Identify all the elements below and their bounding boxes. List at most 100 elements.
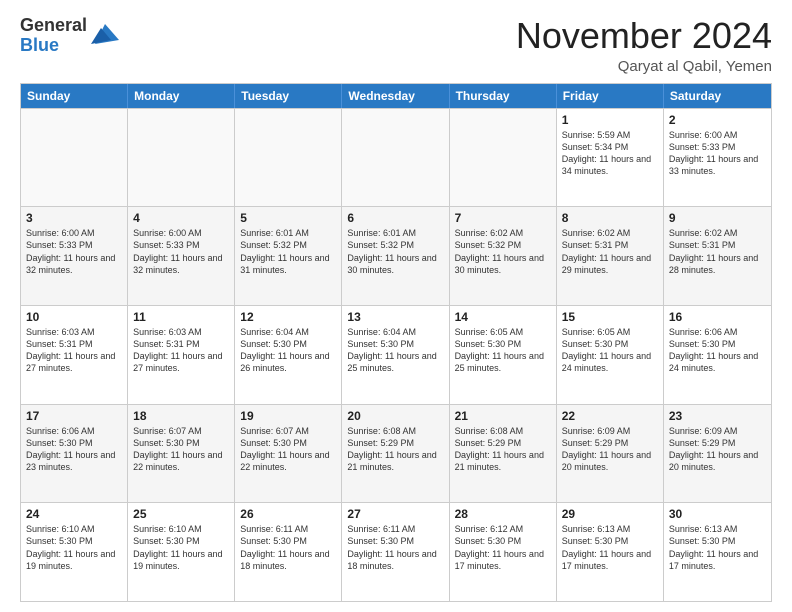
day-info: Sunrise: 6:13 AM Sunset: 5:30 PM Dayligh… [669, 523, 766, 572]
cal-cell: 10 Sunrise: 6:03 AM Sunset: 5:31 PM Dayli… [21, 306, 128, 404]
day-info: Sunrise: 6:03 AM Sunset: 5:31 PM Dayligh… [26, 326, 122, 375]
day-number: 2 [669, 113, 766, 127]
logo: General Blue [20, 16, 119, 56]
day-info: Sunrise: 6:05 AM Sunset: 5:30 PM Dayligh… [562, 326, 658, 375]
cal-cell: 14 Sunrise: 6:05 AM Sunset: 5:30 PM Dayli… [450, 306, 557, 404]
cal-cell: 21Sunrise: 6:08 AM Sunset: 5:29 PM Dayli… [450, 405, 557, 503]
cal-header-monday: Monday [128, 84, 235, 108]
cal-cell [128, 109, 235, 207]
cal-cell: 16 Sunrise: 6:06 AM Sunset: 5:30 PM Dayli… [664, 306, 771, 404]
calendar: SundayMondayTuesdayWednesdayThursdayFrid… [20, 83, 772, 602]
cal-cell: 26Sunrise: 6:11 AM Sunset: 5:30 PM Dayli… [235, 503, 342, 601]
day-number: 17 [26, 409, 122, 423]
day-info: Sunrise: 6:09 AM Sunset: 5:29 PM Dayligh… [669, 425, 766, 474]
day-info: Sunrise: 6:11 AM Sunset: 5:30 PM Dayligh… [347, 523, 443, 572]
day-number: 30 [669, 507, 766, 521]
day-number: 9 [669, 211, 766, 225]
day-number: 10 [26, 310, 122, 324]
day-number: 3 [26, 211, 122, 225]
logo-text: General Blue [20, 16, 87, 56]
cal-cell: 15 Sunrise: 6:05 AM Sunset: 5:30 PM Dayli… [557, 306, 664, 404]
day-info: Sunrise: 6:00 AM Sunset: 5:33 PM Dayligh… [669, 129, 766, 178]
day-info: Sunrise: 6:01 AM Sunset: 5:32 PM Dayligh… [347, 227, 443, 276]
cal-cell: 20 Sunrise: 6:08 AM Sunset: 5:29 PM Dayli… [342, 405, 449, 503]
cal-week-5: 24Sunrise: 6:10 AM Sunset: 5:30 PM Dayli… [21, 502, 771, 601]
day-info: Sunrise: 6:05 AM Sunset: 5:30 PM Dayligh… [455, 326, 551, 375]
day-number: 29 [562, 507, 658, 521]
day-number: 21 [455, 409, 551, 423]
cal-header-wednesday: Wednesday [342, 84, 449, 108]
day-info: Sunrise: 6:03 AM Sunset: 5:31 PM Dayligh… [133, 326, 229, 375]
day-number: 25 [133, 507, 229, 521]
day-number: 14 [455, 310, 551, 324]
day-number: 18 [133, 409, 229, 423]
day-number: 7 [455, 211, 551, 225]
cal-header-sunday: Sunday [21, 84, 128, 108]
logo-blue: Blue [20, 36, 87, 56]
cal-cell: 25Sunrise: 6:10 AM Sunset: 5:30 PM Dayli… [128, 503, 235, 601]
day-info: Sunrise: 6:12 AM Sunset: 5:30 PM Dayligh… [455, 523, 551, 572]
cal-week-1: 1 Sunrise: 5:59 AM Sunset: 5:34 PM Daylig… [21, 108, 771, 207]
day-info: Sunrise: 6:08 AM Sunset: 5:29 PM Dayligh… [347, 425, 443, 474]
cal-cell: 24Sunrise: 6:10 AM Sunset: 5:30 PM Dayli… [21, 503, 128, 601]
day-number: 26 [240, 507, 336, 521]
day-number: 1 [562, 113, 658, 127]
cal-cell: 28 Sunrise: 6:12 AM Sunset: 5:30 PM Dayli… [450, 503, 557, 601]
location: Qaryat al Qabil, Yemen [516, 58, 772, 75]
day-number: 20 [347, 409, 443, 423]
day-info: Sunrise: 6:06 AM Sunset: 5:30 PM Dayligh… [26, 425, 122, 474]
calendar-header: SundayMondayTuesdayWednesdayThursdayFrid… [21, 84, 771, 108]
cal-cell: 4 Sunrise: 6:00 AM Sunset: 5:33 PM Daylig… [128, 207, 235, 305]
day-info: Sunrise: 6:00 AM Sunset: 5:33 PM Dayligh… [26, 227, 122, 276]
logo-icon [91, 20, 119, 48]
cal-cell [235, 109, 342, 207]
day-number: 22 [562, 409, 658, 423]
day-number: 4 [133, 211, 229, 225]
day-info: Sunrise: 6:06 AM Sunset: 5:30 PM Dayligh… [669, 326, 766, 375]
day-info: Sunrise: 6:04 AM Sunset: 5:30 PM Dayligh… [347, 326, 443, 375]
title-block: November 2024 Qaryat al Qabil, Yemen [516, 16, 772, 75]
cal-cell: 9 Sunrise: 6:02 AM Sunset: 5:31 PM Daylig… [664, 207, 771, 305]
day-number: 28 [455, 507, 551, 521]
cal-cell: 1 Sunrise: 5:59 AM Sunset: 5:34 PM Daylig… [557, 109, 664, 207]
day-info: Sunrise: 6:10 AM Sunset: 5:30 PM Dayligh… [26, 523, 122, 572]
cal-week-3: 10 Sunrise: 6:03 AM Sunset: 5:31 PM Dayli… [21, 305, 771, 404]
cal-header-thursday: Thursday [450, 84, 557, 108]
cal-cell: 22Sunrise: 6:09 AM Sunset: 5:29 PM Dayli… [557, 405, 664, 503]
cal-cell: 27 Sunrise: 6:11 AM Sunset: 5:30 PM Dayli… [342, 503, 449, 601]
calendar-body: 1 Sunrise: 5:59 AM Sunset: 5:34 PM Daylig… [21, 108, 771, 601]
cal-cell: 30 Sunrise: 6:13 AM Sunset: 5:30 PM Dayli… [664, 503, 771, 601]
cal-cell: 5 Sunrise: 6:01 AM Sunset: 5:32 PM Daylig… [235, 207, 342, 305]
day-number: 16 [669, 310, 766, 324]
day-info: Sunrise: 6:02 AM Sunset: 5:31 PM Dayligh… [669, 227, 766, 276]
cal-cell: 11 Sunrise: 6:03 AM Sunset: 5:31 PM Dayli… [128, 306, 235, 404]
day-number: 13 [347, 310, 443, 324]
cal-week-4: 17 Sunrise: 6:06 AM Sunset: 5:30 PM Dayli… [21, 404, 771, 503]
cal-cell: 13 Sunrise: 6:04 AM Sunset: 5:30 PM Dayli… [342, 306, 449, 404]
day-info: Sunrise: 6:04 AM Sunset: 5:30 PM Dayligh… [240, 326, 336, 375]
month-title: November 2024 [516, 16, 772, 56]
day-info: Sunrise: 6:07 AM Sunset: 5:30 PM Dayligh… [240, 425, 336, 474]
day-info: Sunrise: 6:01 AM Sunset: 5:32 PM Dayligh… [240, 227, 336, 276]
day-info: Sunrise: 6:00 AM Sunset: 5:33 PM Dayligh… [133, 227, 229, 276]
cal-week-2: 3 Sunrise: 6:00 AM Sunset: 5:33 PM Daylig… [21, 206, 771, 305]
cal-cell [342, 109, 449, 207]
cal-cell: 17 Sunrise: 6:06 AM Sunset: 5:30 PM Dayli… [21, 405, 128, 503]
day-number: 27 [347, 507, 443, 521]
cal-cell: 12 Sunrise: 6:04 AM Sunset: 5:30 PM Dayli… [235, 306, 342, 404]
cal-cell: 23Sunrise: 6:09 AM Sunset: 5:29 PM Dayli… [664, 405, 771, 503]
day-number: 15 [562, 310, 658, 324]
cal-cell: 3 Sunrise: 6:00 AM Sunset: 5:33 PM Daylig… [21, 207, 128, 305]
cal-cell [450, 109, 557, 207]
day-info: Sunrise: 6:02 AM Sunset: 5:31 PM Dayligh… [562, 227, 658, 276]
cal-cell: 18Sunrise: 6:07 AM Sunset: 5:30 PM Dayli… [128, 405, 235, 503]
cal-header-saturday: Saturday [664, 84, 771, 108]
day-number: 19 [240, 409, 336, 423]
day-number: 6 [347, 211, 443, 225]
day-info: Sunrise: 5:59 AM Sunset: 5:34 PM Dayligh… [562, 129, 658, 178]
page: General Blue November 2024 Qaryat al Qab… [0, 0, 792, 612]
day-number: 12 [240, 310, 336, 324]
day-number: 11 [133, 310, 229, 324]
day-number: 8 [562, 211, 658, 225]
day-number: 5 [240, 211, 336, 225]
